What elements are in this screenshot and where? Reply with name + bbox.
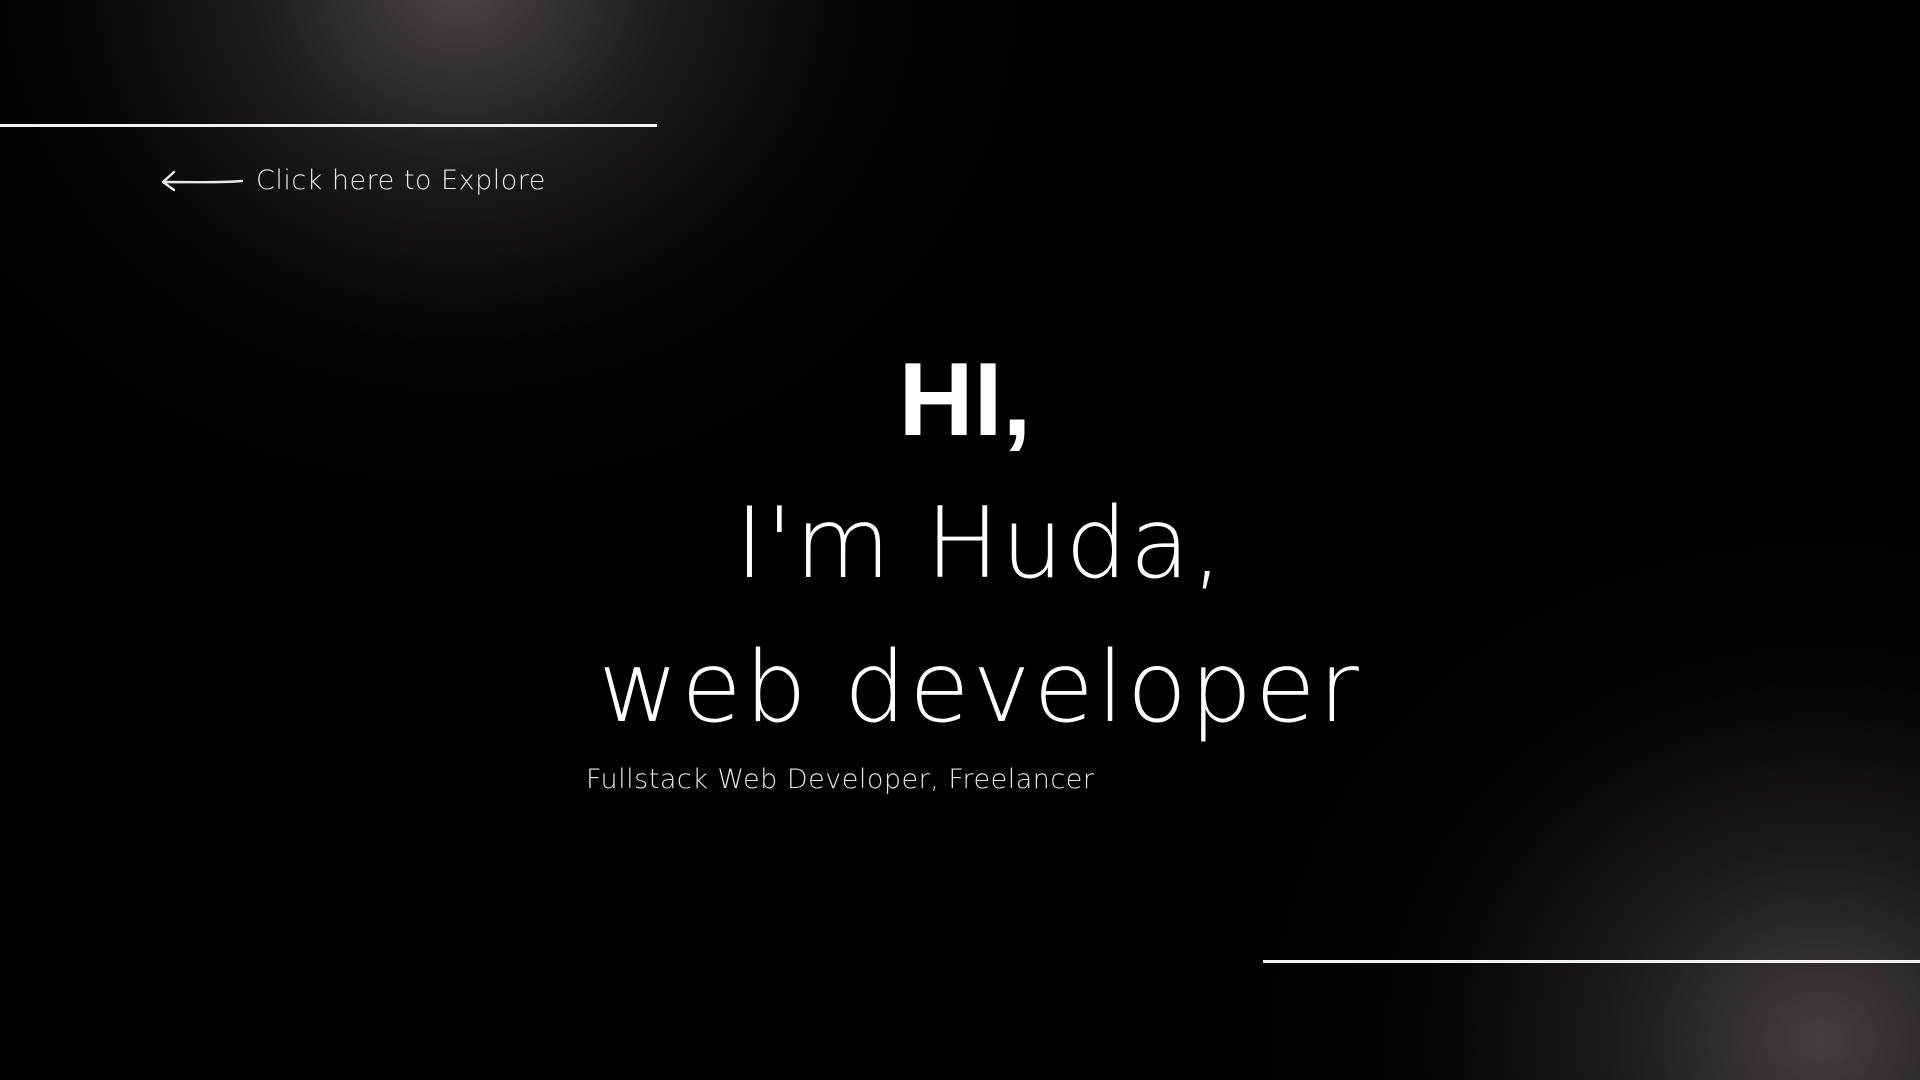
explore-link-label: Click here to Explore: [256, 164, 546, 196]
role-heading: web developer: [598, 631, 1362, 745]
subtitle-text: Fullstack Web Developer, Freelancer: [586, 764, 1095, 795]
greeting-heading: HI,: [898, 342, 1032, 458]
top-divider-line: [0, 124, 657, 127]
name-heading: I'm Huda,: [735, 487, 1225, 601]
hero-page: Click here to Explore HI, I'm Huda, web …: [0, 0, 1920, 1080]
bottom-divider-line: [1263, 960, 1920, 963]
arrow-left-icon: [160, 165, 244, 195]
explore-link[interactable]: Click here to Explore: [160, 160, 546, 200]
